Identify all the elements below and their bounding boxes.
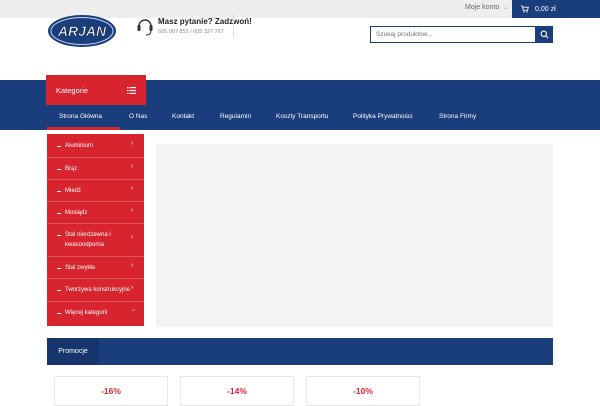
- category-item-aluminium[interactable]: Aluminium ›: [47, 134, 144, 158]
- discount-badge: -14%: [227, 386, 247, 396]
- phone-question: Masz pytanie? Zadzwoń!: [158, 17, 252, 26]
- nav-about[interactable]: O Nas: [129, 113, 147, 120]
- headset-icon: [137, 19, 153, 36]
- chevron-right-icon: ›: [131, 284, 134, 291]
- cart-button[interactable]: 0,00 zł: [512, 0, 600, 18]
- active-nav-indicator: [47, 127, 120, 130]
- bullet-dash: [57, 169, 61, 170]
- category-label: Miedź: [65, 188, 82, 194]
- chevron-right-icon: ›: [131, 234, 134, 241]
- list-icon: [127, 87, 136, 94]
- bullet-dash: [57, 268, 61, 269]
- hero-slider[interactable]: [156, 144, 553, 327]
- category-label: Mosiądz: [65, 210, 88, 216]
- search-input[interactable]: [370, 26, 536, 43]
- bullet-dash: [57, 313, 61, 314]
- nav-privacy-policy[interactable]: Polityka Prywatności: [353, 113, 413, 120]
- arjan-logo[interactable]: ARJAN: [47, 14, 117, 48]
- search-icon: [540, 30, 548, 39]
- category-item-stal-zwykla[interactable]: Stal zwykła ›: [47, 257, 144, 279]
- search-button[interactable]: [535, 26, 553, 43]
- nav-home[interactable]: Strona Główna: [59, 113, 102, 120]
- nav-terms[interactable]: Regulamin: [220, 113, 251, 120]
- header-divider: [233, 14, 234, 38]
- chevron-right-icon: ›: [131, 207, 134, 214]
- category-item-miedz[interactable]: Miedź ›: [47, 180, 144, 202]
- chevron-right-icon: ›: [131, 262, 134, 269]
- nav-company-site[interactable]: Strona Firmy: [439, 113, 476, 120]
- chevron-right-icon: ›: [131, 163, 134, 170]
- promo-product-card[interactable]: -16%: [54, 376, 168, 406]
- chevron-right-icon: ›: [131, 185, 134, 192]
- bullet-dash: [57, 235, 61, 236]
- category-item-stal-nierdzewna[interactable]: Stal nierdzewna i kwasoodporna ›: [47, 224, 144, 257]
- category-item-mosiadz[interactable]: Mosiądz ›: [47, 202, 144, 224]
- category-menu: Aluminium › Brąz › Miedź › Mosiądz › Sta…: [47, 134, 144, 326]
- tab-promotions[interactable]: Promocje: [47, 338, 99, 365]
- category-label: Brąz: [65, 166, 78, 172]
- promo-product-card[interactable]: -14%: [180, 376, 294, 406]
- category-label: Tworzywa konstrukcyjne: [65, 287, 131, 293]
- bullet-dash: [57, 191, 61, 192]
- category-item-more[interactable]: Więcej kategorii ⌄: [47, 302, 144, 326]
- bullet-dash: [57, 146, 61, 147]
- my-account-label: Moje konto: [465, 4, 500, 11]
- category-label: Stal nierdzewna i kwasoodporna: [65, 232, 111, 248]
- phone-numbers: 605 907 853 / 605 327 767: [158, 29, 224, 35]
- cart-icon: [520, 5, 529, 13]
- categories-toggle[interactable]: Kategorie: [46, 75, 146, 105]
- category-item-braz[interactable]: Brąz ›: [47, 158, 144, 180]
- bullet-dash: [57, 290, 61, 291]
- chevron-down-icon: ⌄: [503, 5, 509, 11]
- logo-text: ARJAN: [57, 23, 107, 39]
- category-label: Stal zwykła: [65, 265, 96, 271]
- bullet-dash: [57, 213, 61, 214]
- chevron-down-icon: ⌄: [131, 307, 137, 313]
- category-item-tworzywa[interactable]: Tworzywa konstrukcyjne ›: [47, 279, 144, 302]
- category-label: Aluminium: [65, 143, 94, 149]
- category-label: Więcej kategorii: [65, 310, 108, 316]
- chevron-right-icon: ›: [131, 140, 134, 147]
- discount-badge: -16%: [101, 386, 121, 396]
- promo-product-card[interactable]: -10%: [306, 376, 420, 406]
- categories-heading: Kategorie: [56, 85, 89, 95]
- my-account-menu[interactable]: Moje konto ⌄: [465, 4, 508, 11]
- cart-total: 0,00 zł: [535, 5, 556, 13]
- discount-badge: -10%: [353, 386, 373, 396]
- promotions-bar: [47, 338, 553, 365]
- promotions-tab-label: Promocje: [58, 348, 88, 355]
- nav-shipping-costs[interactable]: Koszty Transportu: [276, 113, 328, 120]
- nav-contact[interactable]: Kontakt: [172, 113, 194, 120]
